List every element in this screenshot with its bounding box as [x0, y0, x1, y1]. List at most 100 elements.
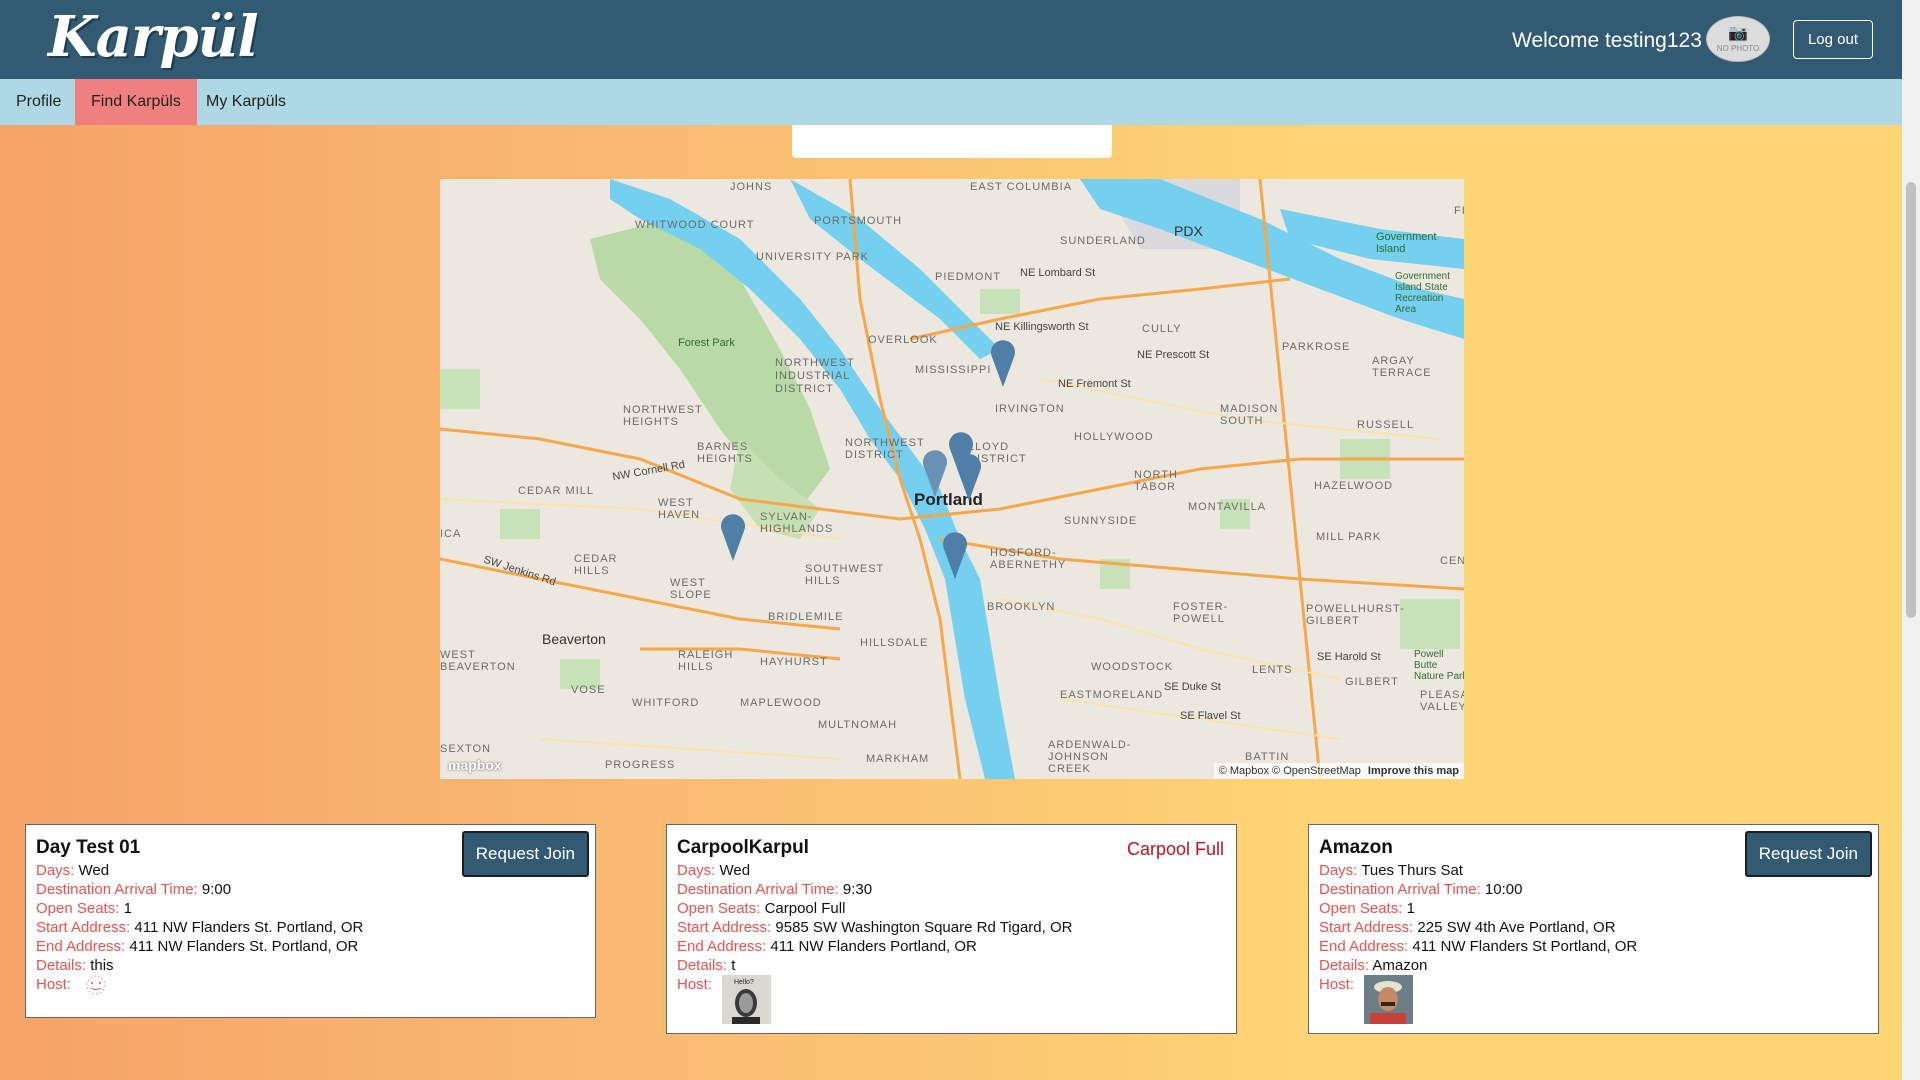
map-label: FISHE	[1454, 205, 1464, 217]
seats-value: Carpool Full	[764, 900, 846, 917]
request-join-button[interactable]: Request Join	[1744, 831, 1872, 877]
map-label: Forest Park	[678, 337, 735, 349]
map-label: HAZELWOOD	[1314, 480, 1394, 492]
host-label: Host:	[1319, 976, 1355, 993]
top-header: Karpül Welcome testing123 📷 NO PHOTO Log…	[0, 0, 1902, 79]
map-label: PORTSMOUTH	[814, 215, 903, 227]
arrival-value: 10:00	[1484, 881, 1523, 898]
tab-find-karpuls[interactable]: Find Karpüls	[75, 79, 197, 125]
map-label: CENTE	[1440, 555, 1464, 567]
app-logo[interactable]: Karpül	[48, 4, 259, 70]
map-label: LENTS	[1252, 664, 1293, 676]
avatar-label: NO PHOTO	[1716, 43, 1760, 53]
map-label: MADISON SOUTH	[1220, 403, 1279, 427]
arrival-label: Destination Arrival Time:	[1319, 881, 1481, 898]
map-label: MULTNOMAH	[818, 719, 898, 731]
host-photo-caption: Hello?	[734, 979, 754, 986]
credit-text[interactable]: © Mapbox © OpenStreetMap	[1219, 765, 1361, 777]
arrival-value: 9:30	[842, 881, 873, 898]
map-label: Government Island State Recreation Area	[1395, 271, 1451, 315]
host-label: Host:	[677, 976, 713, 993]
map[interactable]: JOHNS PORTSMOUTH EAST COLUMBIA SUNDERLAN…	[440, 179, 1464, 779]
arrival-label: Destination Arrival Time:	[36, 881, 198, 898]
map-marker[interactable]	[956, 451, 982, 501]
start-label: Start Address:	[677, 919, 772, 936]
days-value: Wed	[719, 862, 751, 879]
host-avatar[interactable]	[1364, 975, 1414, 1024]
mapbox-logo[interactable]: mapbox	[448, 757, 502, 773]
map-label: NORTHWEST INDUSTRIAL DISTRICT	[775, 357, 855, 395]
map-label: SE Duke St	[1164, 681, 1221, 693]
map-label: RUSSELL	[1357, 419, 1415, 431]
map-label: UNIVERSITY PARK	[756, 251, 870, 263]
map-label: ARGAY TERRACE	[1372, 355, 1432, 379]
request-join-button[interactable]: Request Join	[461, 831, 589, 877]
logout-button[interactable]: Log out	[1793, 20, 1873, 59]
map-label: NE Prescott St	[1137, 349, 1210, 361]
map-label: POWELLHURST-GILBERT	[1306, 603, 1405, 627]
days-label: Days:	[677, 862, 716, 879]
map-marker[interactable]	[922, 447, 948, 497]
start-value: 411 NW Flanders St. Portland, OR	[134, 919, 364, 936]
map-attribution: © Mapbox © OpenStreetMap Improve this ma…	[1213, 763, 1464, 779]
karpul-card: Day Test 01 Request Join Days: Wed Desti…	[25, 824, 596, 1018]
map-label: GILBERT	[1345, 676, 1399, 688]
seats-label: Open Seats:	[1319, 900, 1403, 917]
map-label: BRIDLEMILE	[768, 611, 844, 623]
map-marker[interactable]	[990, 337, 1016, 387]
days-label: Days:	[1319, 862, 1358, 879]
carpool-full-status: Carpool Full	[1126, 839, 1224, 859]
map-label: EASTMORELAND	[1060, 689, 1164, 701]
map-label: VOSE	[571, 684, 606, 696]
map-label: JOHNS	[730, 181, 773, 193]
tab-my-karpuls[interactable]: My Karpüls	[190, 79, 302, 125]
improve-map-link[interactable]: Improve this map	[1368, 765, 1459, 777]
map-label: SUNNYSIDE	[1064, 515, 1138, 527]
map-label: CEDAR MILL	[518, 485, 595, 497]
details-value: this	[90, 957, 114, 974]
start-value: 9585 SW Washington Square Rd Tigard, OR	[775, 919, 1073, 936]
map-label: NORTH TABOR	[1134, 469, 1178, 493]
map-label: BATTIN	[1245, 751, 1290, 763]
host-avatar[interactable]	[81, 975, 111, 995]
scrollbar-thumb[interactable]	[1906, 182, 1916, 618]
map-label: ARDENWALD- JOHNSON CREEK	[1048, 739, 1132, 775]
map-label: SE Flavel St	[1180, 710, 1241, 722]
days-value: Wed	[78, 862, 110, 879]
host-avatar[interactable]: Hello?	[722, 975, 772, 1024]
map-label: Powell Butte Nature Park	[1414, 649, 1464, 682]
map-label: NORTHWEST DISTRICT	[845, 437, 925, 461]
end-value: 411 NW Flanders St. Portland, OR	[129, 938, 359, 955]
welcome-text: Welcome testing123	[1512, 29, 1702, 52]
days-value: Tues Thurs Sat	[1361, 862, 1463, 879]
map-label: SUNDERLAND	[1060, 235, 1146, 247]
map-label: SE Harold St	[1317, 651, 1381, 663]
map-label: MAPLEWOOD	[740, 697, 822, 709]
map-label: RALEIGH HILLS	[678, 649, 734, 673]
map-label: ICA	[440, 528, 462, 540]
map-label: HOLLYWOOD	[1074, 431, 1154, 443]
end-label: End Address:	[36, 938, 126, 955]
map-label: SYLVAN-HIGHLANDS	[760, 511, 834, 535]
avatar[interactable]: 📷 NO PHOTO	[1706, 16, 1770, 62]
map-label: EAST COLUMBIA	[970, 181, 1073, 193]
search-input[interactable]	[792, 125, 1112, 158]
map-label: NE Fremont St	[1058, 378, 1131, 390]
map-label: MARKHAM	[866, 753, 930, 765]
map-label: Government Island	[1376, 231, 1437, 255]
details-value: Amazon	[1372, 957, 1428, 974]
tab-profile[interactable]: Profile	[0, 79, 77, 125]
map-marker[interactable]	[720, 511, 746, 561]
map-label: IRVINGTON	[995, 403, 1065, 415]
camera-icon: 📷	[1728, 24, 1748, 42]
map-label: MILL PARK	[1316, 531, 1382, 543]
arrival-label: Destination Arrival Time:	[677, 881, 839, 898]
map-label: PARKROSE	[1282, 341, 1351, 353]
map-label: NE Killingsworth St	[995, 321, 1089, 333]
seats-value: 1	[1406, 900, 1415, 917]
end-value: 411 NW Flanders St Portland, OR	[1412, 938, 1638, 955]
start-label: Start Address:	[1319, 919, 1414, 936]
start-label: Start Address:	[36, 919, 131, 936]
map-label: WEST BEAVERTON	[440, 649, 516, 673]
map-marker[interactable]	[942, 529, 968, 579]
